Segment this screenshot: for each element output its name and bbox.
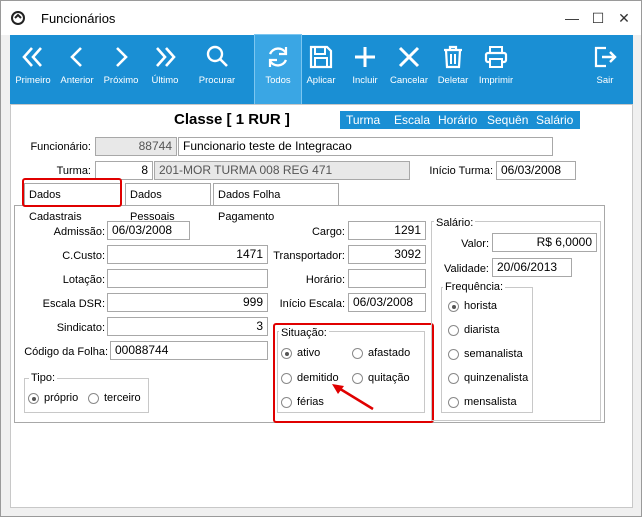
refresh-icon <box>268 47 288 67</box>
horario-field[interactable] <box>348 269 426 288</box>
frequencia-diarista-label: diarista <box>464 324 500 336</box>
admissao-label: Admissão: <box>53 226 105 238</box>
cargo-field[interactable]: 1291 <box>348 221 426 240</box>
annotation-arrow <box>332 384 374 411</box>
salario-validade-field[interactable]: 20/06/2013 <box>492 258 572 277</box>
form-content: Classe [ 1 RUR ] Turma Escala Horário Se… <box>10 104 633 508</box>
sair-label: Sair <box>596 75 614 86</box>
highlight-tab-box <box>22 178 122 207</box>
salario-title: Salário: <box>434 217 476 229</box>
frequencia-semanalista-radio[interactable] <box>448 349 459 360</box>
deletar-button[interactable]: Deletar <box>430 35 476 104</box>
funcionario-name-field[interactable]: Funcionario teste de Integracao <box>178 137 553 156</box>
procurar-button[interactable]: Procurar <box>194 35 240 104</box>
frequencia-horista-radio[interactable] <box>448 301 459 312</box>
transportador-field[interactable]: 3092 <box>348 245 426 264</box>
classe-title: Classe [ 1 RUR ] <box>174 111 290 128</box>
cancelar-button[interactable]: Cancelar <box>386 35 432 104</box>
codigo-folha-field[interactable]: 00088744 <box>110 341 268 360</box>
sindicato-field[interactable]: 3 <box>107 317 268 336</box>
minimize-button[interactable]: — <box>561 8 583 28</box>
double-chevron-left-icon <box>22 47 42 67</box>
procurar-label: Procurar <box>198 75 236 86</box>
tipo-proprio-label: próprio <box>44 392 79 404</box>
link-escala[interactable]: Escala <box>394 113 430 127</box>
turma-label: Turma: <box>56 165 91 177</box>
sindicato-label: Sindicato: <box>56 322 105 334</box>
ultimo-button[interactable]: Último <box>142 35 188 104</box>
frequencia-quinzenalista-label: quinzenalista <box>464 372 529 384</box>
turma-desc-field: 201-MOR TURMA 008 REG 471 <box>154 161 410 180</box>
funcionario-label: Funcionário: <box>30 141 91 153</box>
frequencia-quinzenalista-radio[interactable] <box>448 373 459 384</box>
tab-dados-folha-pagamento[interactable]: Dados Folha Pagamento <box>213 183 339 223</box>
printer-icon <box>484 46 508 68</box>
title-bar: Funcionários — ☐ ✕ <box>1 1 641 35</box>
inicio-escala-label: Início Escala: <box>279 298 345 310</box>
todos-button[interactable]: Todos <box>254 34 302 105</box>
double-chevron-right-icon <box>156 47 176 67</box>
tab-dados-pessoais[interactable]: Dados Pessoais <box>125 183 211 223</box>
tipo-title: Tipo: <box>29 372 58 384</box>
horario-label: Horário: <box>305 274 345 286</box>
app-logo-icon <box>11 11 25 25</box>
maximize-button[interactable]: ☐ <box>587 8 609 28</box>
imprimir-button[interactable]: Imprimir <box>473 35 519 104</box>
window-title: Funcionários <box>41 11 116 26</box>
admissao-field[interactable]: 06/03/2008 <box>107 221 190 240</box>
chevron-right-icon <box>116 47 128 67</box>
lotacao-field[interactable] <box>107 269 268 288</box>
inicio-turma-label: Início Turma: <box>429 165 493 177</box>
escala-dsr-field[interactable]: 999 <box>107 293 268 312</box>
close-icon <box>398 46 420 68</box>
trash-icon <box>444 45 462 69</box>
funcionarios-window: Funcionários — ☐ ✕ Primeiro Anterior Pró… <box>0 0 642 517</box>
aplicar-button[interactable]: Aplicar <box>298 35 344 104</box>
tipo-terceiro-label: terceiro <box>104 392 141 404</box>
tipo-terceiro-radio[interactable] <box>88 393 99 404</box>
frequencia-mensalista-label: mensalista <box>464 396 517 408</box>
inicio-turma-field[interactable]: 06/03/2008 <box>496 161 576 180</box>
escala-dsr-label: Escala DSR: <box>42 298 105 310</box>
link-horario[interactable]: Horário <box>438 113 477 127</box>
frequencia-semanalista-label: semanalista <box>464 348 523 360</box>
funcionario-code-field[interactable]: 88744 <box>95 137 177 156</box>
anterior-button[interactable]: Anterior <box>54 35 100 104</box>
salario-valor-label: Valor: <box>461 238 489 250</box>
toolbar: Primeiro Anterior Próximo Último Procura… <box>10 34 633 105</box>
codigo-folha-label: Código da Folha: <box>24 346 108 358</box>
ccusto-label: C.Custo: <box>62 250 105 262</box>
sair-button[interactable]: Sair <box>582 35 628 104</box>
proximo-button[interactable]: Próximo <box>98 35 144 104</box>
inicio-escala-field[interactable]: 06/03/2008 <box>348 293 426 312</box>
plus-icon <box>355 47 375 67</box>
transportador-label: Transportador: <box>273 250 345 262</box>
imprimir-label: Imprimir <box>478 75 514 86</box>
quick-links-bar: Turma Escala Horário Sequên Salário <box>340 111 580 129</box>
primeiro-button[interactable]: Primeiro <box>10 35 56 104</box>
chevron-left-icon <box>70 47 82 67</box>
tipo-proprio-radio[interactable] <box>28 393 39 404</box>
link-turma[interactable]: Turma <box>346 113 380 127</box>
ccusto-field[interactable]: 1471 <box>107 245 268 264</box>
cargo-label: Cargo: <box>311 226 345 238</box>
salario-valor-field[interactable]: R$ 6,0000 <box>492 233 597 252</box>
frequencia-diarista-radio[interactable] <box>448 325 459 336</box>
frequencia-horista-label: horista <box>464 300 498 312</box>
close-window-button[interactable]: ✕ <box>613 8 635 28</box>
frequencia-mensalista-radio[interactable] <box>448 397 459 408</box>
link-sequencia[interactable]: Sequên <box>487 113 528 127</box>
incluir-button[interactable]: Incluir <box>342 35 388 104</box>
lotacao-label: Lotação: <box>62 274 105 286</box>
frequencia-title: Frequência: <box>443 281 506 293</box>
exit-icon <box>594 46 617 68</box>
salario-validade-label: Validade: <box>443 263 489 275</box>
link-salario[interactable]: Salário <box>536 113 573 127</box>
search-icon <box>206 45 228 67</box>
save-icon <box>309 45 333 69</box>
